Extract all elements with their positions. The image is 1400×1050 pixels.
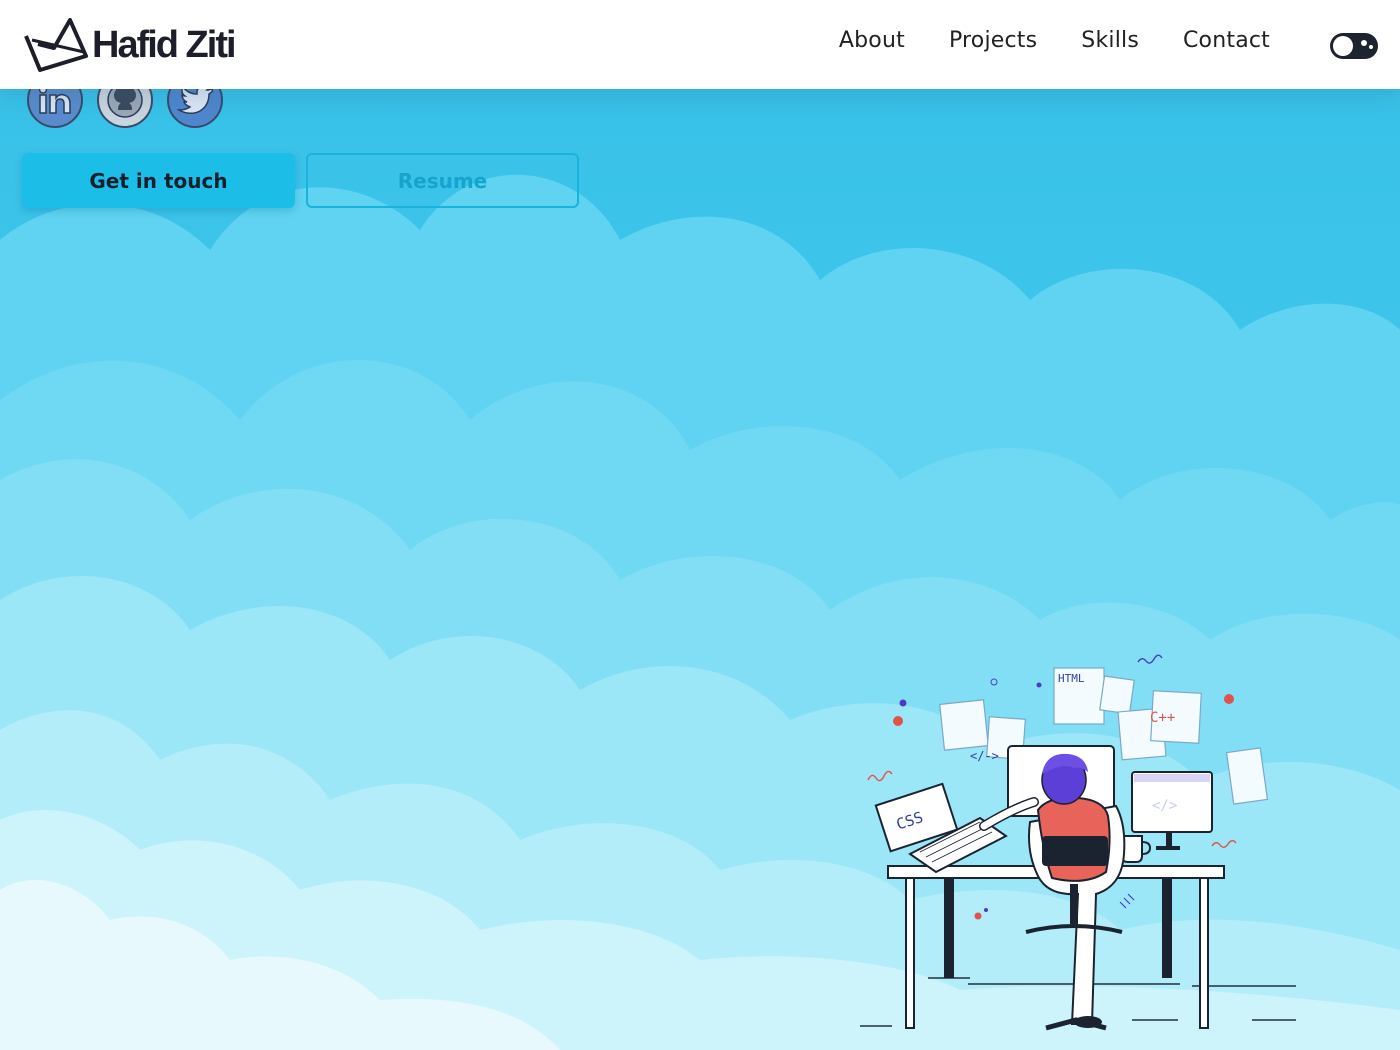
- resume-button[interactable]: Resume: [306, 153, 579, 208]
- get-in-touch-button[interactable]: Get in touch: [22, 153, 295, 208]
- star-icon: [1369, 45, 1373, 49]
- svg-text:</>: </>: [1152, 798, 1177, 814]
- brand-name: Hafid Ziti: [92, 23, 237, 66]
- brand[interactable]: Hafid Ziti: [24, 18, 237, 76]
- html-label: HTML: [1058, 672, 1085, 685]
- nav-skills[interactable]: Skills: [1081, 28, 1139, 53]
- nav-contact[interactable]: Contact: [1183, 28, 1270, 53]
- developer-illustration: HTML C++ </-> CSS </>: [860, 654, 1296, 1031]
- linkedin-icon: [38, 85, 71, 114]
- nav-projects[interactable]: Projects: [949, 28, 1037, 53]
- site-header: Hafid Ziti About Projects Skills Contact: [0, 0, 1400, 89]
- main-nav: About Projects Skills Contact: [839, 28, 1270, 53]
- theme-toggle[interactable]: [1330, 33, 1378, 59]
- cpp-label: C++: [1150, 710, 1175, 726]
- nav-about[interactable]: About: [839, 28, 905, 53]
- tag-label: </->: [970, 749, 999, 763]
- moon-icon: [1361, 40, 1367, 46]
- logo-icon: [24, 18, 88, 72]
- toggle-knob: [1333, 36, 1353, 56]
